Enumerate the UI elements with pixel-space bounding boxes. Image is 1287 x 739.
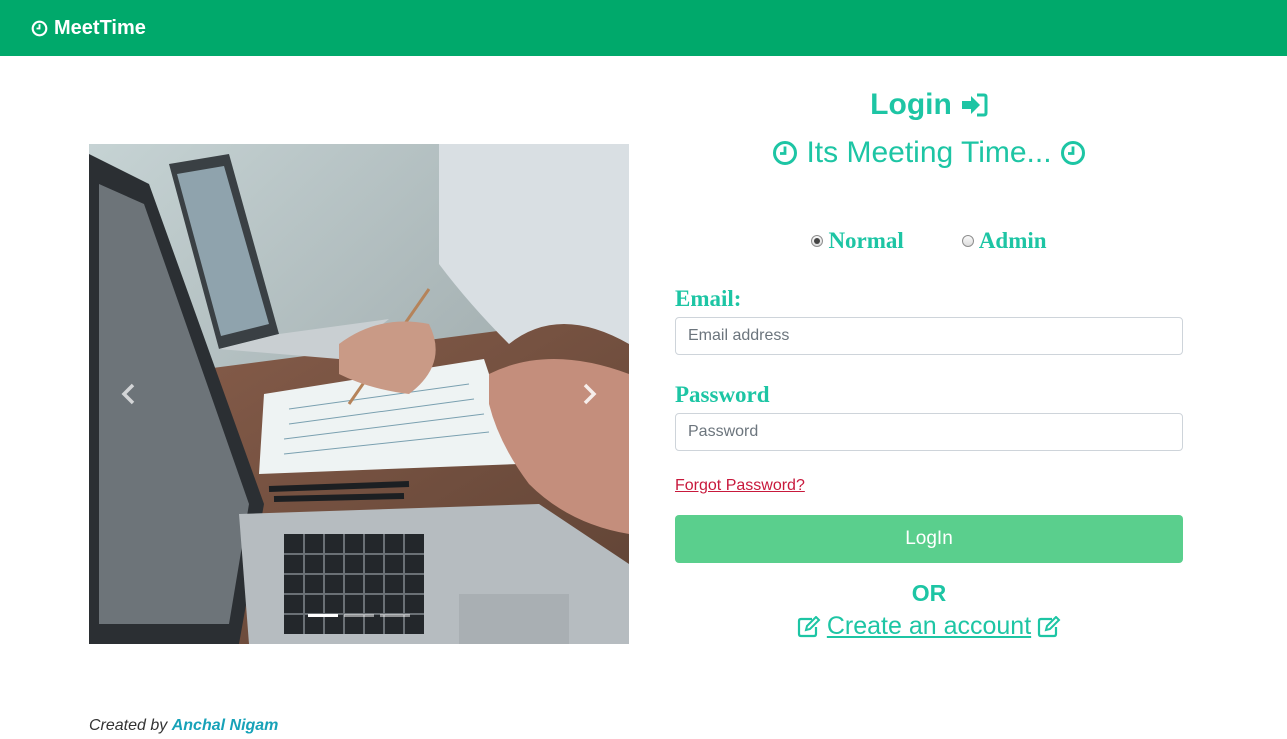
role-option-normal[interactable]: Normal bbox=[811, 228, 904, 254]
create-account-link[interactable]: Create an account bbox=[675, 612, 1183, 641]
edit-icon bbox=[1038, 615, 1061, 637]
carousel-indicator-1[interactable] bbox=[308, 614, 338, 617]
carousel-indicator-3[interactable] bbox=[380, 614, 410, 617]
email-field[interactable] bbox=[675, 317, 1183, 355]
login-button[interactable]: LogIn bbox=[675, 515, 1183, 563]
carousel-next-button[interactable] bbox=[549, 144, 629, 644]
carousel-indicators bbox=[89, 614, 629, 617]
navbar: MeetTime bbox=[0, 0, 1287, 56]
role-radio-group: Normal Admin bbox=[675, 228, 1183, 254]
clock-icon bbox=[1060, 141, 1085, 165]
brand-link[interactable]: MeetTime bbox=[31, 17, 146, 40]
edit-icon bbox=[797, 615, 821, 637]
sign-in-icon bbox=[961, 93, 988, 117]
carousel-prev-button[interactable] bbox=[89, 144, 169, 644]
footer-author-link[interactable]: Anchal Nigam bbox=[172, 717, 279, 734]
clock-icon bbox=[31, 20, 48, 36]
password-label: Password bbox=[675, 382, 770, 407]
create-account-text: Create an account bbox=[826, 612, 1032, 640]
email-label: Email: bbox=[675, 286, 742, 311]
password-field[interactable] bbox=[675, 413, 1183, 451]
radio-normal[interactable] bbox=[811, 235, 824, 247]
carousel-indicator-2[interactable] bbox=[344, 614, 374, 617]
footer-created-by: Created by bbox=[89, 717, 168, 734]
radio-admin[interactable] bbox=[961, 235, 974, 247]
role-label-normal: Normal bbox=[828, 228, 904, 253]
image-carousel bbox=[89, 144, 629, 644]
tagline-text: Its Meeting Time... bbox=[806, 136, 1052, 169]
brand-name: MeetTime bbox=[54, 16, 146, 39]
footer: Created by Anchal Nigam bbox=[89, 717, 278, 735]
tagline: Its Meeting Time... bbox=[675, 136, 1183, 170]
login-heading: Login bbox=[675, 88, 1183, 122]
chevron-right-icon bbox=[583, 383, 597, 405]
login-title: Login bbox=[870, 88, 952, 121]
chevron-left-icon bbox=[121, 383, 135, 405]
carousel-photo bbox=[89, 144, 629, 644]
role-label-admin: Admin bbox=[978, 228, 1047, 253]
forgot-password-link[interactable]: Forgot Password? bbox=[675, 477, 805, 495]
or-separator: OR bbox=[911, 580, 947, 606]
clock-icon bbox=[773, 141, 798, 165]
role-option-admin[interactable]: Admin bbox=[961, 228, 1047, 254]
